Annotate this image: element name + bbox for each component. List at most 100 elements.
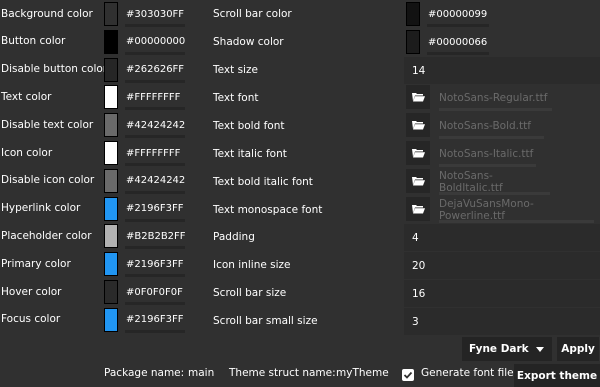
- package-name-input[interactable]: main: [188, 367, 214, 379]
- color-swatch[interactable]: [104, 224, 118, 249]
- color-swatch[interactable]: [104, 252, 118, 277]
- folder-open-icon: [411, 149, 425, 158]
- size-value: 20: [412, 259, 426, 272]
- color-setting-label: Primary color: [1, 250, 71, 277]
- theme-select[interactable]: Fyne Dark: [462, 337, 552, 361]
- generate-font-checkbox[interactable]: [402, 369, 414, 381]
- setting-label: Scroll bar small size: [213, 314, 318, 327]
- setting-label: Text size: [213, 63, 258, 76]
- shadow-color-field[interactable]: #00000066: [423, 29, 489, 55]
- scroll-bar-color-field[interactable]: #00000099: [423, 1, 489, 27]
- color-hex-field[interactable]: #B2B2B2FF: [121, 223, 186, 250]
- color-hex-field[interactable]: #42424242: [121, 168, 185, 194]
- hex-value: #00000000: [126, 36, 186, 48]
- open-font-button[interactable]: [406, 141, 430, 165]
- setting-label: Text bold italic font: [213, 175, 313, 188]
- color-swatch[interactable]: [104, 280, 118, 304]
- scroll-bar-color-label: Scroll bar color: [213, 0, 292, 27]
- open-font-button[interactable]: [406, 85, 430, 109]
- font-file-field[interactable]: NotoSans-Bold.ttf: [434, 113, 544, 139]
- hex-value: #2196F3FF: [126, 258, 184, 270]
- color-setting-label: Disable icon color: [1, 167, 94, 194]
- size-input[interactable]: 16: [404, 280, 600, 307]
- color-swatch[interactable]: [104, 113, 118, 138]
- setting-label: Icon color: [1, 146, 53, 159]
- setting-label: Scroll bar size: [213, 286, 287, 299]
- color-hex-field[interactable]: #262626FF: [121, 57, 185, 83]
- text-size-label: Text size: [213, 56, 258, 83]
- color-hex-field[interactable]: #FFFFFFFF: [121, 140, 185, 166]
- setting-label: Hyperlink color: [1, 202, 81, 215]
- font-file-name: DejaVuSansMono-Powerline.ttf: [439, 198, 534, 222]
- setting-label: Icon inline size: [213, 258, 291, 271]
- color-setting-label: Background color: [1, 0, 93, 27]
- setting-label: Disable text color: [1, 118, 94, 131]
- apply-button[interactable]: Apply: [557, 337, 599, 361]
- color-hex-field[interactable]: #2196F3FF: [121, 251, 185, 278]
- size-setting-label: Padding: [213, 223, 255, 250]
- scroll-bar-color-swatch[interactable]: [406, 2, 420, 26]
- color-swatch[interactable]: [104, 196, 118, 221]
- color-setting-label: Hyperlink color: [1, 195, 80, 222]
- hex-value: #42424242: [126, 175, 186, 187]
- size-input[interactable]: 4: [404, 224, 600, 251]
- font-setting-label: Text bold italic font: [213, 168, 313, 195]
- setting-label: Hover color: [1, 285, 62, 298]
- theme-struct-input[interactable]: myTheme: [336, 367, 389, 379]
- export-theme-button[interactable]: Export theme: [514, 364, 600, 387]
- font-setting-label: Text font: [213, 84, 258, 111]
- setting-label: Shadow color: [213, 35, 284, 48]
- size-input[interactable]: 20: [404, 252, 600, 279]
- color-swatch[interactable]: [104, 307, 118, 332]
- font-file-field[interactable]: DejaVuSansMono-Powerline.ttf: [434, 197, 594, 223]
- open-font-button[interactable]: [406, 197, 430, 221]
- hex-value: #262626FF: [126, 64, 185, 76]
- open-font-button[interactable]: [406, 113, 430, 137]
- theme-struct-label: Theme struct name:: [229, 367, 336, 379]
- package-name-label: Package name:: [104, 367, 185, 379]
- color-hex-field[interactable]: #FFFFFFFF: [121, 84, 185, 111]
- color-swatch[interactable]: [104, 85, 118, 110]
- color-hex-field[interactable]: #42424242: [121, 112, 186, 139]
- setting-label: Text italic font: [213, 147, 287, 160]
- apply-button-label: Apply: [561, 343, 595, 355]
- size-value: 14: [412, 64, 426, 77]
- color-setting-label: Text color: [1, 83, 51, 110]
- setting-label: Disable icon color: [1, 174, 95, 187]
- folder-open-icon: [411, 93, 425, 102]
- color-hex-field[interactable]: #2196F3FF: [121, 307, 185, 333]
- setting-label: Scroll bar color: [213, 7, 292, 20]
- shadow-color-label: Shadow color: [213, 28, 284, 55]
- font-file-field[interactable]: NotoSans-Regular.ttf: [434, 85, 552, 111]
- hex-value: #2196F3FF: [126, 314, 184, 326]
- hex-value: #00000099: [428, 8, 488, 20]
- color-swatch[interactable]: [104, 29, 118, 54]
- color-hex-field[interactable]: #0F0F0F0F: [121, 279, 185, 305]
- font-file-name: NotoSans-Italic.ttf: [439, 148, 534, 160]
- color-swatch[interactable]: [104, 57, 118, 82]
- setting-label: Text bold font: [213, 119, 285, 132]
- color-swatch[interactable]: [104, 2, 118, 26]
- font-file-name: NotoSans-Bold.ttf: [439, 120, 531, 132]
- size-setting-label: Scroll bar small size: [213, 307, 318, 334]
- size-input[interactable]: 3: [404, 308, 600, 335]
- setting-label: Text font: [213, 91, 259, 104]
- font-file-field[interactable]: NotoSans-Italic.ttf: [434, 141, 536, 167]
- color-hex-field[interactable]: #00000000: [121, 29, 185, 55]
- font-file-field[interactable]: NotoSans-BoldItalic.ttf: [434, 169, 550, 195]
- color-swatch[interactable]: [104, 168, 118, 193]
- open-font-button[interactable]: [406, 169, 430, 193]
- setting-label: Text color: [1, 90, 52, 103]
- hex-value: #42424242: [126, 119, 186, 131]
- shadow-color-swatch[interactable]: [406, 30, 420, 54]
- text-size-input[interactable]: 14: [404, 57, 600, 84]
- checkmark-icon: [403, 371, 413, 379]
- hex-value: #FFFFFFFF: [126, 91, 181, 103]
- color-setting-label: Disable text color: [1, 111, 93, 138]
- setting-label: Focus color: [1, 313, 61, 326]
- color-setting-label: Disable button color: [1, 56, 107, 83]
- color-hex-field[interactable]: #2196F3FF: [121, 196, 185, 222]
- setting-label: Disable button color: [1, 63, 108, 76]
- color-swatch[interactable]: [104, 141, 118, 165]
- color-hex-field[interactable]: #303030FF: [121, 1, 185, 27]
